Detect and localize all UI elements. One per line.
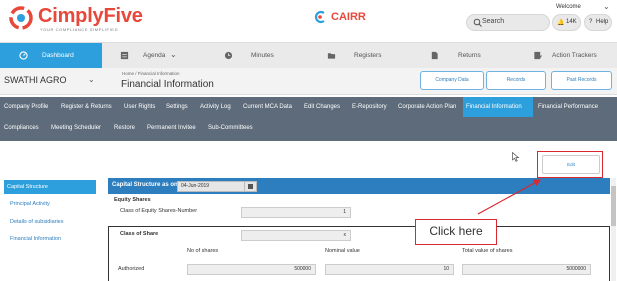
column-header: Total value of shares [462,248,513,254]
tab-activity-log[interactable]: Activity Log [197,97,234,117]
tab-compliances[interactable]: Compliances [1,118,42,138]
tab-user-rights[interactable]: User Rights [121,97,158,117]
brand-name[interactable]: CimplyFive [38,5,143,28]
company-data-button[interactable]: Company Data [420,71,484,90]
date-field[interactable]: 04-Jun-2019 [177,181,245,192]
notifications-button[interactable]: 🔔 14K [552,14,581,31]
class-of-share-label: Class of Share [120,231,159,237]
notification-count: 14K [566,19,577,25]
nav-registers[interactable]: Registers [307,43,410,69]
column-header: No of shares [187,248,219,254]
main-nav: Dashboard Agenda ⌄ Minutes Registers Ret… [0,42,617,69]
sidebar-item-capital-structure[interactable]: Capital Structure [4,180,96,194]
cairr-link[interactable]: CAIRR [331,11,366,23]
brand-tagline: YOUR COMPLIANCE SIMPLIFIED [40,27,119,32]
scrollbar[interactable] [611,178,616,281]
tab-permanent-invitee[interactable]: Permanent Invitee [144,118,199,138]
nav-action-trackers[interactable]: Action Trackers [513,43,617,69]
tab-corporate-action-plan[interactable]: Corporate Action Plan [395,97,459,117]
nav-label: Registers [354,52,382,59]
tab-e-repository[interactable]: E-Repository [349,97,390,117]
search-input[interactable]: Search [466,14,550,31]
tab-meeting-scheduler[interactable]: Meeting Scheduler [48,118,104,138]
scrollbar-thumb[interactable] [611,186,616,226]
help-label: Help [596,19,609,25]
tab-financial-information[interactable]: Financial Information [463,97,533,117]
records-button[interactable]: Records [486,71,546,90]
column-header: Nominal value [325,248,360,254]
page-title: Financial Information [121,79,214,90]
dashboard-icon [19,51,28,60]
class-count-field[interactable]: 1 [241,207,351,218]
tab-sub-committees[interactable]: Sub-Committees [205,118,256,138]
clock-icon [224,51,233,60]
sidebar-item-subsidiaries[interactable]: Details of subsidiaries [10,219,64,225]
sub-nav: Company Profile Register & Returns User … [0,97,617,141]
cairr-logo-icon [314,10,325,24]
agenda-icon [120,51,129,60]
folder-icon [327,53,336,59]
chevron-down-icon: ⌄ [170,50,177,59]
sidebar-item-principal-activity[interactable]: Principal Activity [10,201,50,207]
document-icon [431,51,438,60]
capital-structure-label: Capital Structure as on [112,182,178,188]
tab-current-mca-data[interactable]: Current MCA Data [240,97,295,117]
help-button[interactable]: ? Help [584,14,612,31]
nav-label: Agenda [143,52,166,59]
past-records-button[interactable]: Past Records [551,71,612,90]
question-icon: ? [589,19,593,25]
nav-label: Dashboard [42,52,74,59]
nav-dashboard[interactable]: Dashboard [0,43,102,69]
class-count-label: Class of Equity Shares-Number [120,208,198,214]
bell-icon: 🔔 [557,20,565,26]
checklist-icon [534,51,542,60]
breadcrumb[interactable]: Home / Financial Information [122,71,180,76]
app-header: CimplyFive YOUR COMPLIANCE SIMPLIFIED CA… [0,0,617,40]
authorized-label: Authorized [118,266,145,272]
welcome-menu[interactable]: Welcome [556,4,581,10]
nav-label: Returns [458,52,481,59]
company-bar: SWATHI AGRO ⌄ Home / Financial Informati… [0,68,617,95]
nav-minutes[interactable]: Minutes [204,43,307,69]
click-here-callout: Click here [415,219,497,245]
mouse-pointer-icon [512,152,520,162]
edit-highlight-box [537,151,603,178]
nav-agenda[interactable]: Agenda ⌄ [102,43,204,69]
nav-label: Minutes [251,52,274,59]
tab-financial-performance[interactable]: Financial Performance [535,97,601,117]
tab-edit-changes[interactable]: Edit Changes [301,97,343,117]
authorized-shares-field[interactable]: 500000 [187,264,316,275]
authorized-nominal-field[interactable]: 10 [325,264,454,275]
cimplyfive-logo-icon [9,6,33,30]
tab-register-returns[interactable]: Register & Returns [58,97,115,117]
tab-restore[interactable]: Restore [111,118,138,138]
calendar-icon[interactable] [244,181,257,192]
tab-settings[interactable]: Settings [163,97,191,117]
company-selector[interactable]: SWATHI AGRO [4,75,67,85]
chevron-down-icon[interactable]: ⌄ [603,2,610,11]
equity-shares-heading: Equity Shares [114,197,151,203]
class-of-share-field[interactable]: x [241,230,351,241]
authorized-total-field[interactable]: 5000000 [462,264,591,275]
nav-label: Action Trackers [552,52,597,59]
sidebar-item-financial-information[interactable]: Financial Information [10,236,61,242]
search-placeholder: Search [482,18,505,25]
tab-company-profile[interactable]: Company Profile [1,97,51,117]
nav-returns[interactable]: Returns [410,43,513,69]
chevron-down-icon[interactable]: ⌄ [88,75,95,84]
